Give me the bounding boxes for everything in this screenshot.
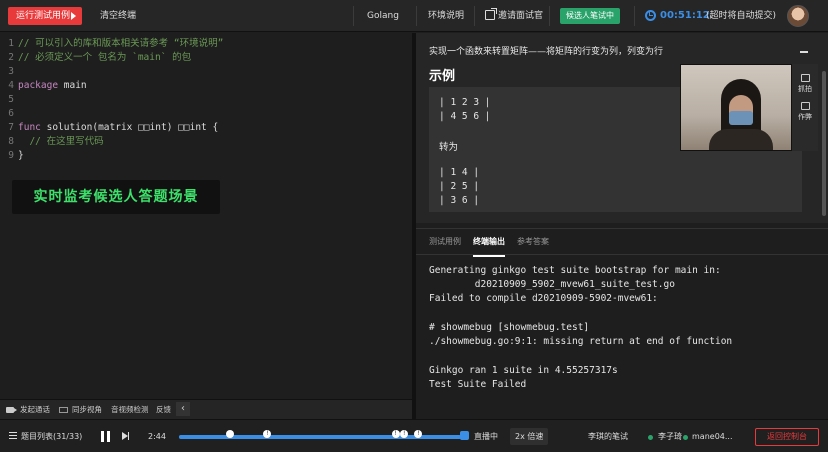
terminal-line: ./showmebug.go:9:1: missing return at en…: [429, 336, 732, 347]
terminal-line: Test Suite Failed: [429, 379, 526, 390]
language-selector[interactable]: Golang: [367, 7, 399, 25]
capture-button[interactable]: 抓拍: [792, 74, 818, 94]
participant-name: mane04...: [692, 420, 733, 452]
online-indicator: [648, 435, 653, 440]
live-icon: [460, 431, 469, 440]
code-line: 6: [0, 107, 18, 120]
code-editor[interactable]: 1// 可以引入的库和版本相关请参考 “环境说明” 2// 必须定义一个 包名为…: [0, 33, 412, 399]
start-call-button[interactable]: 发起通话: [20, 400, 50, 420]
toolbar-divider: [634, 6, 635, 26]
example-line: 转为: [439, 139, 458, 153]
question-list-button[interactable]: 题目列表(31/33): [21, 420, 82, 452]
code-line: 7func solution(matrix □□int) □□int {: [0, 121, 218, 134]
terminal-line: d20210909_5902_mvew61_suite_test.go: [429, 279, 675, 290]
toolbar-divider: [416, 6, 417, 26]
top-toolbar: 运行测试用例 清空终端 Golang 环境说明 邀请面试官 候选人笔试中 00:…: [0, 0, 828, 32]
list-icon: [9, 432, 17, 439]
terminal-line: Ginkgo ran 1 suite in 4.55257317s: [429, 365, 618, 376]
example-line: | 2 5 |: [439, 181, 479, 192]
cheat-note-button[interactable]: 作弊: [792, 102, 818, 122]
console-tabs: 测试用例 终端输出 参考答案: [416, 229, 828, 255]
clock-icon: [645, 10, 656, 21]
run-tests-button[interactable]: 运行测试用例: [8, 7, 82, 25]
example-line: | 1 2 3 |: [439, 97, 490, 108]
minimize-icon[interactable]: [800, 51, 808, 53]
share-icon: [485, 10, 495, 20]
toolbar-divider: [549, 6, 550, 26]
timeout-note: (超时将自动提交): [706, 7, 776, 25]
playback-bar: 题目列表(31/33) 2:44 !!!! 直播中 2x 倍速 李琪的笔试 李子…: [0, 419, 828, 452]
code-line: 8 // 在这里写代码: [0, 135, 104, 148]
candidate-video[interactable]: [680, 64, 792, 151]
video-side-toolbar: 抓拍 作弊: [792, 64, 818, 151]
speed-button[interactable]: 2x 倍速: [510, 428, 548, 445]
tab-terminal-output[interactable]: 终端输出: [473, 229, 505, 257]
feedback-button[interactable]: 反馈: [156, 400, 171, 420]
av-check-button[interactable]: 音视频检测: [111, 400, 149, 420]
notes-owner-label: 李琪的笔试: [588, 420, 628, 452]
code-line: 5: [0, 93, 18, 106]
example-line: | 4 5 6 |: [439, 111, 490, 122]
online-indicator: [683, 435, 688, 440]
console-panel: 测试用例 终端输出 参考答案 Generating ginkgo test su…: [416, 228, 828, 419]
camera-icon: [801, 74, 810, 82]
screen-icon: [59, 407, 68, 413]
back-to-console-button[interactable]: 返回控制台: [755, 428, 819, 446]
env-info-button[interactable]: 环境说明: [428, 7, 464, 25]
sync-view-button[interactable]: 同步视角: [72, 400, 102, 420]
video-camera-icon: [6, 407, 14, 413]
example-heading: 示例: [429, 65, 455, 84]
code-line: 2// 必须定义一个 包名为 `main` 的包: [0, 51, 191, 64]
example-line: | 1 4 |: [439, 167, 479, 178]
code-line: 4package main: [0, 79, 87, 92]
banner-text: 实时监考候选人答题场景: [12, 180, 220, 214]
live-label: 直播中: [474, 420, 498, 452]
candidate-status-badge: 候选人笔试中: [560, 8, 620, 24]
tab-test-cases[interactable]: 测试用例: [429, 229, 461, 255]
editor-footer: 发起通话 同步视角 音视频检测 反馈: [0, 399, 412, 419]
document-icon: [801, 102, 810, 110]
playback-time: 2:44: [148, 420, 166, 452]
proctoring-banner: 实时监考候选人答题场景: [12, 180, 220, 214]
capture-label: 抓拍: [798, 85, 812, 93]
step-forward-icon[interactable]: [122, 432, 128, 440]
run-tests-label: 运行测试用例: [16, 11, 70, 21]
cheat-note-label: 作弊: [798, 113, 812, 121]
tab-reference-answer[interactable]: 参考答案: [517, 229, 549, 255]
code-line: 9}: [0, 149, 24, 162]
terminal-line: Generating ginkgo test suite bootstrap f…: [429, 265, 721, 276]
toolbar-divider: [353, 6, 354, 26]
scrollbar[interactable]: [822, 71, 826, 216]
terminal-line: # showmebug [showmebug.test]: [429, 322, 589, 333]
toolbar-divider: [474, 6, 475, 26]
clear-terminal-button[interactable]: 清空终端: [90, 7, 146, 25]
pause-icon[interactable]: [101, 431, 110, 442]
invite-interviewer-button[interactable]: 邀请面试官: [498, 7, 543, 25]
video-body: [709, 129, 773, 151]
participant-name: 李子琦: [658, 420, 682, 452]
code-line: 1// 可以引入的库和版本相关请参考 “环境说明”: [0, 37, 223, 50]
progress-marker[interactable]: !: [392, 430, 400, 438]
countdown-timer: 00:51:12: [660, 7, 710, 25]
problem-title: 实现一个函数来转置矩阵——将矩阵的行变为列，列变为行: [429, 44, 663, 57]
example-line: | 3 6 |: [439, 195, 479, 206]
video-mask: [729, 111, 753, 125]
user-avatar[interactable]: [787, 5, 809, 27]
code-line: 3: [0, 65, 18, 78]
terminal-line: Failed to compile d20210909-5902-mvew61:: [429, 293, 658, 304]
play-icon: [71, 12, 76, 20]
collapse-icon[interactable]: ‹: [176, 402, 190, 416]
